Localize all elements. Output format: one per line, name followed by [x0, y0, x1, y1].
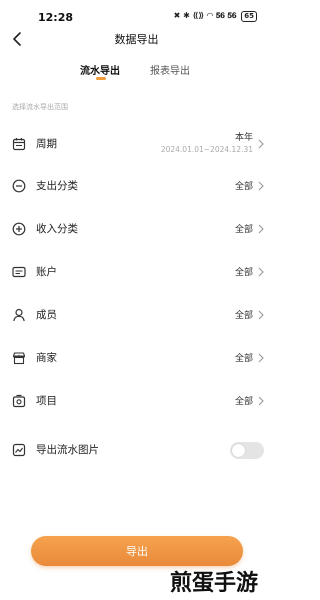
chevron-right-icon [258, 139, 264, 149]
row-label-period: 周期 [36, 138, 57, 150]
store-icon [12, 352, 26, 365]
chevron-right-icon [258, 396, 264, 406]
chevron-right-icon [258, 353, 264, 363]
page-title: 数据导出 [114, 33, 159, 46]
row-value-member: 全部 [234, 311, 253, 321]
row-value-income: 全部 [234, 225, 253, 235]
row-value-project: 全部 [234, 397, 253, 407]
row-label-merchant: 商家 [36, 352, 57, 364]
tab-bar: 流水导出 报表导出 [0, 62, 273, 86]
chevron-right-icon [258, 181, 264, 191]
export-button[interactable]: 导出 [31, 536, 243, 566]
export-image-toggle[interactable] [230, 442, 264, 459]
chevron-right-icon [258, 310, 264, 320]
row-label-project: 项目 [36, 395, 57, 407]
chevron-right-icon [258, 267, 264, 277]
row-account[interactable]: 账户 全部 [0, 254, 273, 290]
row-period[interactable]: 周期 本年 2024.01.01~2024.12.31 [0, 126, 273, 162]
row-label-income: 收入分类 [36, 223, 78, 235]
row-value-period: 本年 [234, 133, 253, 143]
section-hint: 选择流水导出范围 [12, 103, 68, 111]
status-time: 12:28 [38, 11, 74, 24]
chevron-right-icon [258, 224, 264, 234]
row-project[interactable]: 项目 全部 [0, 383, 273, 419]
status-bar: 12:28 ✖ ✱ ⟪⟫ ◠ 𝟓𝟔 𝟓𝟔 65 [0, 0, 273, 28]
row-label-expense: 支出分类 [36, 180, 78, 192]
row-value-merchant: 全部 [234, 354, 253, 364]
toggle-knob [232, 444, 245, 457]
row-income-category[interactable]: 收入分类 全部 [0, 211, 273, 247]
person-icon [13, 308, 25, 322]
card-icon [12, 266, 26, 278]
status-indicator-icons: ✖ ✱ ⟪⟫ ◠ 𝟓𝟔 𝟓𝟔 [173, 11, 237, 20]
watermark-text: 煎蛋手游 [170, 571, 259, 596]
row-label-account: 账户 [36, 266, 57, 278]
status-icons: ✖ ✱ ⟪⟫ ◠ 𝟓𝟔 𝟓𝟔 65 [174, 11, 257, 22]
row-merchant[interactable]: 商家 全部 [0, 340, 273, 376]
row-label-member: 成员 [36, 309, 57, 321]
row-member[interactable]: 成员 全部 [0, 297, 273, 333]
tab-transaction-export[interactable]: 流水导出 [80, 62, 120, 77]
row-value-expense: 全部 [234, 182, 253, 192]
calendar-icon [12, 138, 26, 151]
row-value-account: 全部 [234, 268, 253, 278]
battery-icon: 65 [241, 11, 257, 22]
nav-bar: 数据导出 [0, 28, 273, 50]
plus-circle-icon [12, 222, 26, 236]
active-tab-indicator [96, 77, 106, 80]
image-chart-icon [12, 443, 26, 457]
minus-circle-icon [12, 179, 26, 193]
row-label-export-image: 导出流水图片 [36, 444, 99, 456]
project-icon [12, 394, 26, 408]
row-expense-category[interactable]: 支出分类 全部 [0, 168, 273, 204]
row-sub-period-range: 2024.01.01~2024.12.31 [160, 145, 253, 154]
tab-report-export[interactable]: 报表导出 [150, 62, 190, 77]
